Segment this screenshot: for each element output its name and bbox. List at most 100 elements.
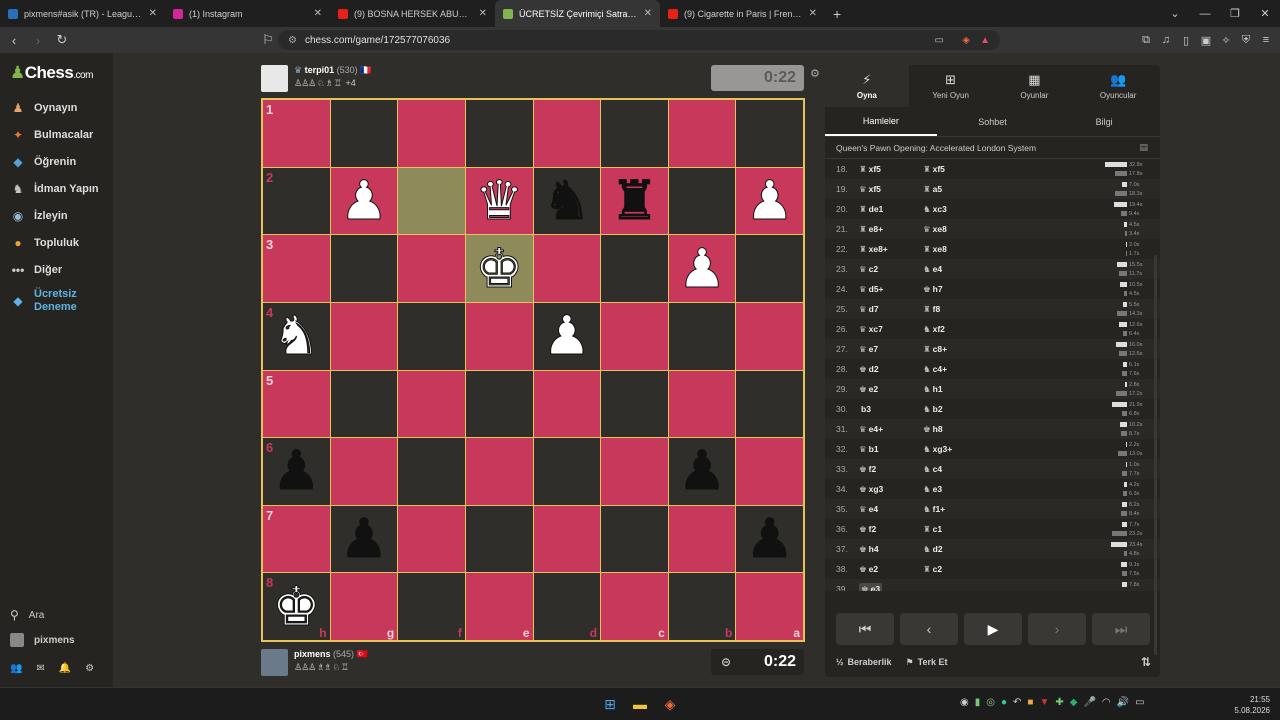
square-f2[interactable] bbox=[398, 167, 465, 235]
white-move[interactable]: ♜ de1 bbox=[859, 204, 923, 215]
sidebar-item-i̇dman-yapın[interactable]: ♞ İdman Yapın bbox=[10, 181, 99, 197]
draw-button[interactable]: ½ Beraberlik bbox=[836, 657, 892, 667]
square-f1[interactable] bbox=[398, 100, 465, 167]
close-tab-icon[interactable]: ✕ bbox=[809, 8, 817, 19]
square-b2[interactable] bbox=[668, 167, 736, 235]
black-move[interactable]: ♞ c4 bbox=[923, 464, 987, 475]
square-h3[interactable]: 3 bbox=[263, 235, 330, 302]
white-move[interactable]: ♚ e2 bbox=[859, 564, 923, 575]
square-a8[interactable]: a bbox=[736, 573, 803, 640]
tray-icon[interactable]: ◉ bbox=[960, 697, 969, 708]
square-b8[interactable]: b bbox=[668, 573, 736, 640]
square-a7[interactable]: ♟ bbox=[736, 505, 803, 573]
white-move[interactable]: ♛ e7 bbox=[859, 344, 923, 355]
white-move[interactable]: ♜ xe8+ bbox=[859, 244, 923, 255]
black-move[interactable]: ♜ xe8 bbox=[923, 244, 987, 255]
sidebar-item-ücretsiz-deneme[interactable]: ◆ Ücretsiz Deneme bbox=[10, 288, 94, 314]
move-list-scrollbar[interactable] bbox=[1154, 255, 1157, 655]
black-move[interactable]: ♜ c2 bbox=[923, 564, 987, 575]
black-move[interactable]: ♞ xf2 bbox=[923, 324, 987, 335]
tray-icon[interactable]: ▮ bbox=[975, 697, 981, 708]
tray-icon[interactable]: ● bbox=[1001, 697, 1007, 708]
cast-icon[interactable]: ▭ bbox=[935, 35, 944, 46]
chess-piece-icon[interactable]: ♟ bbox=[677, 241, 726, 296]
square-b6[interactable]: ♟ bbox=[668, 438, 736, 505]
browser-tab[interactable]: (9) BOSNA HERSEK ABUR CUBURLAR ✕ bbox=[330, 0, 495, 27]
square-a3[interactable] bbox=[736, 235, 803, 302]
black-move[interactable]: ♜ c8+ bbox=[923, 344, 987, 355]
black-move[interactable]: ♞ e4 bbox=[923, 264, 987, 275]
square-f3[interactable] bbox=[398, 235, 465, 302]
tab-oyunlar[interactable]: ▦ Oyunlar bbox=[993, 65, 1077, 107]
book-icon[interactable]: ▤ bbox=[1139, 142, 1148, 153]
black-move[interactable]: ♞ b2 bbox=[923, 404, 987, 415]
browser-tab[interactable]: (9) Cigarette in Paris | French Em ✕ bbox=[660, 0, 825, 27]
mic-icon[interactable]: 🎤 bbox=[1083, 697, 1095, 708]
square-d8[interactable]: d bbox=[533, 573, 601, 640]
chess-piece-icon[interactable]: ♚ bbox=[474, 241, 523, 296]
white-move[interactable]: ♛ d7 bbox=[859, 304, 923, 315]
next-move-button[interactable]: › bbox=[1028, 613, 1086, 645]
white-move[interactable]: ♚ e3 bbox=[859, 582, 923, 591]
bookmark-icon[interactable]: ⚐ bbox=[258, 32, 278, 48]
windows-start-icon[interactable]: ⊞ bbox=[600, 694, 620, 714]
sidebar-item-öğrenin[interactable]: ◆ Öğrenin bbox=[10, 154, 76, 170]
square-g5[interactable] bbox=[330, 370, 398, 438]
square-h7[interactable]: 7 bbox=[263, 505, 330, 573]
battery-icon[interactable]: ▭ bbox=[1135, 697, 1144, 708]
chess-piece-icon[interactable]: ♟ bbox=[542, 309, 591, 364]
white-move[interactable]: ♚ f2 bbox=[859, 524, 923, 535]
black-move[interactable]: ♜ xf5 bbox=[923, 164, 987, 175]
square-h5[interactable]: 5 bbox=[263, 370, 330, 438]
white-move[interactable]: ♛ e4 bbox=[859, 504, 923, 515]
white-move[interactable]: ♚ xg3 bbox=[859, 484, 923, 495]
black-move[interactable] bbox=[923, 584, 987, 591]
site-info-icon[interactable]: ⚙ bbox=[288, 35, 297, 46]
sidebar-item-i̇zleyin[interactable]: ◉ İzleyin bbox=[10, 208, 68, 224]
square-f7[interactable] bbox=[398, 505, 465, 573]
tray-icon[interactable]: ▼ bbox=[1039, 697, 1049, 708]
brave-browser-icon[interactable]: ◈ bbox=[660, 694, 680, 714]
square-c2[interactable]: ♜ bbox=[601, 167, 668, 235]
close-tab-icon[interactable]: ✕ bbox=[149, 8, 157, 19]
forward-icon[interactable]: › bbox=[28, 33, 48, 48]
black-move[interactable]: ♜ c1 bbox=[923, 524, 987, 535]
chess-piece-icon[interactable]: ♞ bbox=[272, 309, 321, 364]
tray-icon[interactable]: ↶ bbox=[1013, 697, 1021, 708]
chess-logo[interactable]: ♟Chess.com bbox=[10, 63, 93, 83]
sidebar-item-diğer[interactable]: ••• Diğer bbox=[10, 262, 62, 278]
maximize-button[interactable]: ❐ bbox=[1220, 7, 1250, 20]
black-move[interactable]: ♜ a5 bbox=[923, 184, 987, 195]
square-e5[interactable] bbox=[465, 370, 533, 438]
square-c3[interactable] bbox=[601, 235, 668, 302]
chess-piece-icon[interactable]: ♟ bbox=[272, 444, 321, 499]
square-b5[interactable] bbox=[668, 370, 736, 438]
brave-rewards-icon[interactable]: ▲ bbox=[980, 35, 990, 46]
media-icon[interactable]: ♫ bbox=[1156, 34, 1176, 46]
white-move[interactable]: ♚ d2 bbox=[859, 364, 923, 375]
close-window-button[interactable]: ✕ bbox=[1250, 7, 1280, 20]
black-move[interactable]: ♞ xg3+ bbox=[923, 444, 987, 455]
back-icon[interactable]: ‹ bbox=[4, 33, 24, 48]
settings-icon[interactable]: ⚙ bbox=[85, 663, 94, 674]
square-a5[interactable] bbox=[736, 370, 803, 438]
square-b4[interactable] bbox=[668, 302, 736, 370]
chess-piece-icon[interactable]: ♟ bbox=[339, 512, 388, 567]
tray-icon[interactable]: ◆ bbox=[1070, 697, 1078, 708]
square-e1[interactable] bbox=[465, 100, 533, 167]
black-move[interactable]: ♞ f1+ bbox=[923, 504, 987, 515]
sidebar-item-topluluk[interactable]: ● Topluluk bbox=[10, 235, 79, 251]
board-settings-icon[interactable]: ⚙ bbox=[810, 67, 820, 80]
square-b1[interactable] bbox=[668, 100, 736, 167]
first-move-button[interactable]: ⏮ bbox=[836, 613, 894, 645]
tab-oyna[interactable]: ⚡ Oyna bbox=[825, 65, 909, 107]
square-h8[interactable]: 8 h ♚ bbox=[263, 573, 330, 640]
square-f4[interactable] bbox=[398, 302, 465, 370]
square-h1[interactable]: 1 bbox=[263, 100, 330, 167]
white-move[interactable]: ♛ c2 bbox=[859, 264, 923, 275]
square-a4[interactable] bbox=[736, 302, 803, 370]
notifications-icon[interactable]: 🔔 bbox=[59, 663, 71, 674]
square-d7[interactable] bbox=[533, 505, 601, 573]
tab-search-icon[interactable]: ⌄ bbox=[1160, 7, 1190, 20]
subtab-bilgi[interactable]: Bilgi bbox=[1048, 107, 1160, 136]
